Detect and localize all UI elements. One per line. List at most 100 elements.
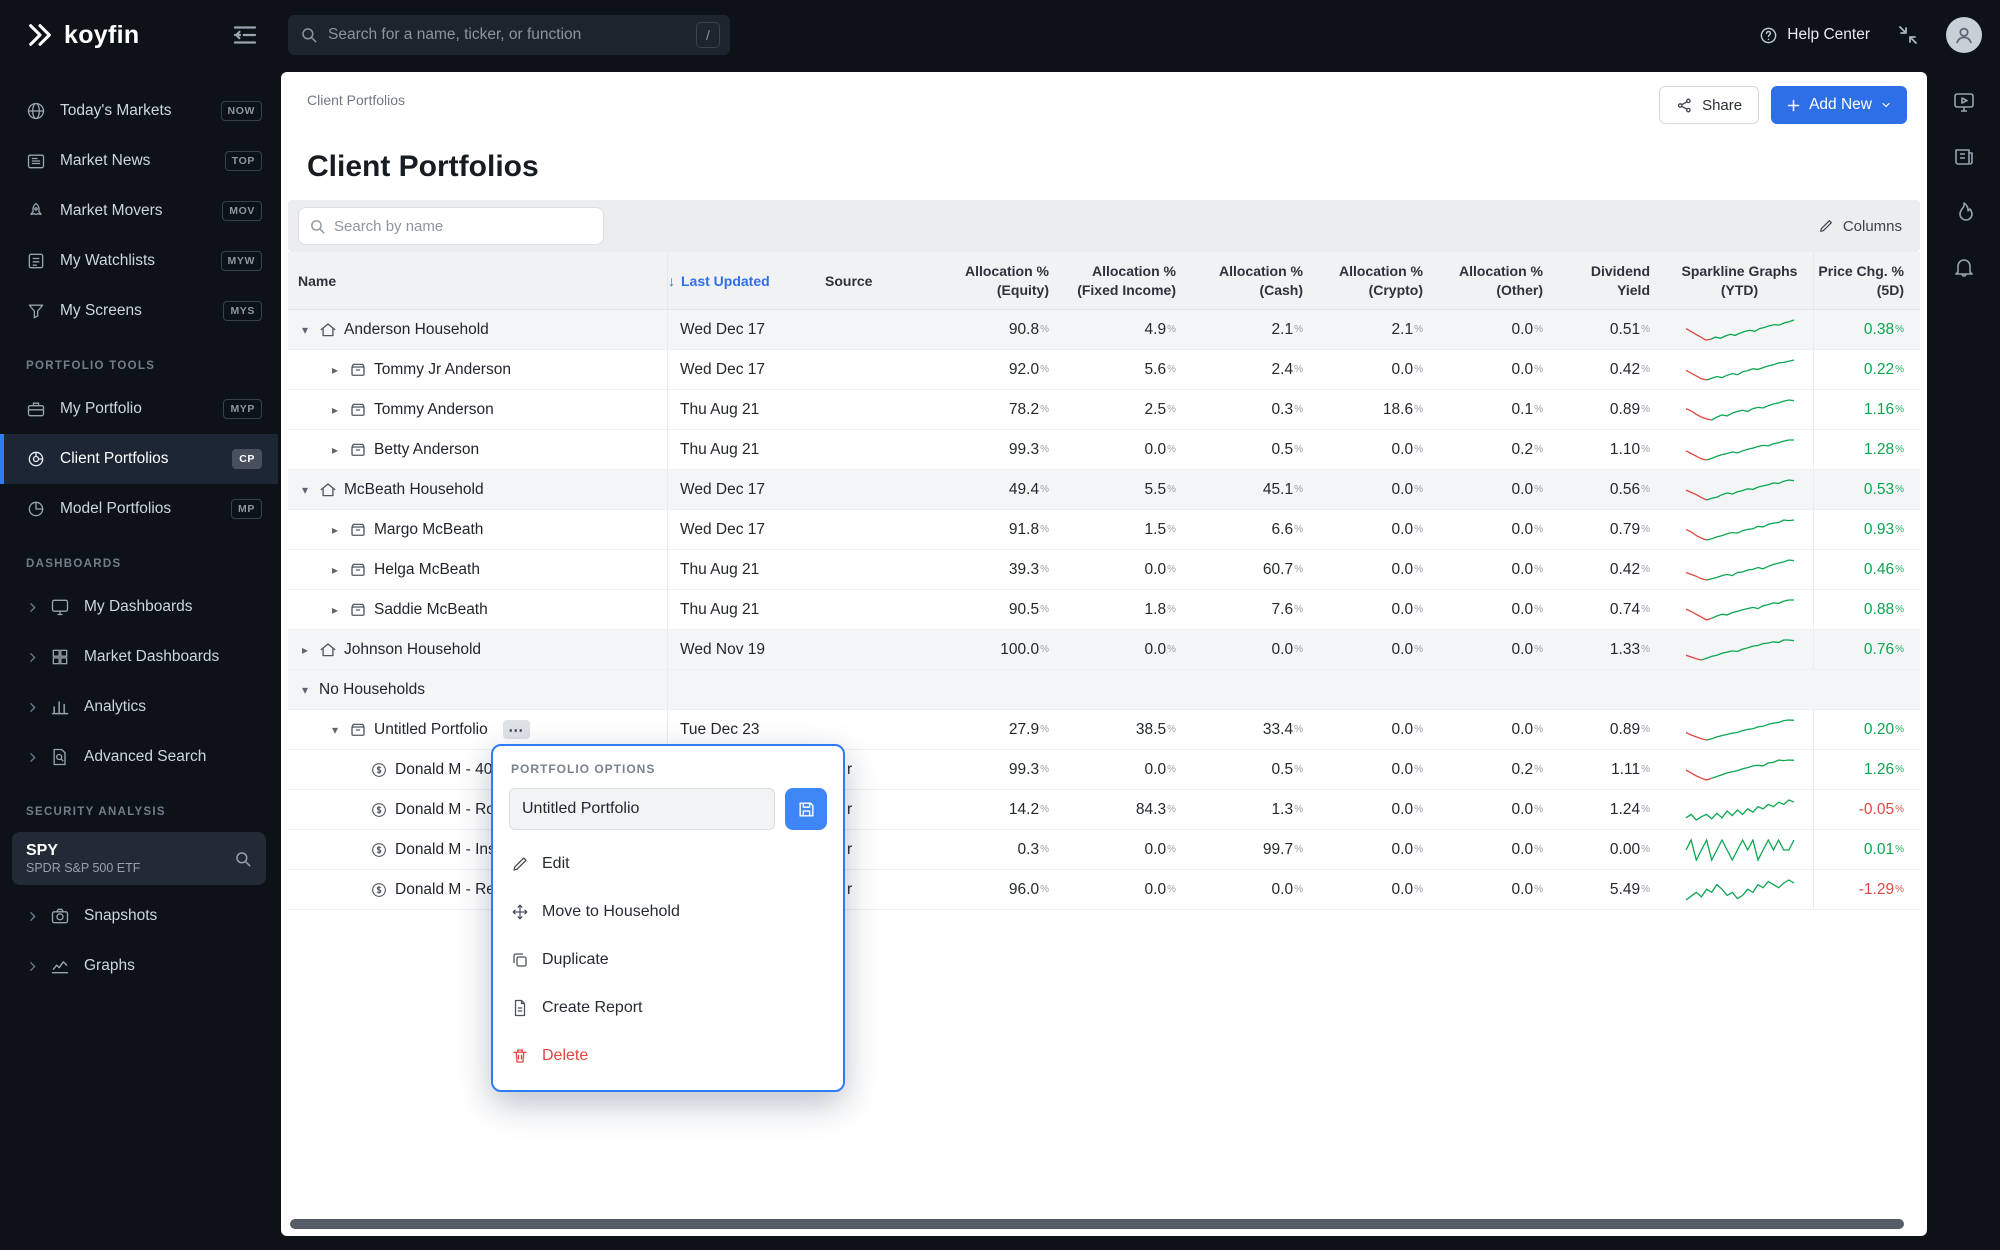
menu-item-delete[interactable]: Delete [493, 1032, 843, 1080]
horizontal-scrollbar[interactable] [290, 1219, 1904, 1229]
column-allocation-cash[interactable]: Allocation % (Cash) [1192, 252, 1319, 309]
expand-chevron-icon[interactable]: ▸ [328, 523, 342, 537]
expand-chevron-icon[interactable]: ▸ [328, 563, 342, 577]
table-row[interactable]: ▸ Helga McBeath ⋯ Thu Aug 21 39.3 0.0 60… [288, 550, 1920, 590]
sparkline-cell [1666, 870, 1813, 909]
menu-item-edit[interactable]: Edit [493, 840, 843, 888]
presentation-icon[interactable] [1952, 90, 1976, 114]
table-row[interactable]: ▸ Margo McBeath ⋯ Wed Dec 17 91.8 1.5 6.… [288, 510, 1920, 550]
column-name[interactable]: Name [288, 252, 668, 309]
sparkline-cell [1666, 630, 1813, 669]
sparkline-cell [1666, 830, 1813, 869]
more-options-button[interactable]: ⋯ [502, 720, 530, 739]
sidebar-item-model-portfolios[interactable]: Model Portfolios MP [0, 484, 278, 534]
column-dividend-yield[interactable]: Dividend Yield [1559, 252, 1666, 309]
ticker-name: SPDR S&P 500 ETF [26, 861, 141, 876]
column-allocation-fixed-income[interactable]: Allocation % (Fixed Income) [1065, 252, 1192, 309]
row-name: Betty Anderson [374, 440, 480, 458]
global-search-input[interactable] [318, 26, 696, 44]
sidebar-item-my-portfolio[interactable]: My Portfolio MYP [0, 384, 278, 434]
security-ticker-box[interactable]: SPY SPDR S&P 500 ETF [12, 832, 266, 886]
breadcrumb[interactable]: Client Portfolios [307, 92, 405, 108]
filter-search-input[interactable] [326, 217, 593, 235]
other-cell: 0.0 [1439, 470, 1559, 509]
expand-chevron-icon[interactable]: ▸ [328, 603, 342, 617]
expand-chevron-icon[interactable]: ▾ [298, 683, 312, 697]
column-allocation-other[interactable]: Allocation % (Other) [1439, 252, 1559, 309]
document-search-icon [53, 748, 66, 766]
sidebar-item-snapshots[interactable]: Snapshots [0, 891, 278, 941]
last-updated-cell: Wed Dec 17 [680, 320, 766, 338]
crypto-cell: 0.0 [1319, 830, 1439, 869]
filter-search[interactable] [298, 207, 604, 245]
columns-button[interactable]: Columns [1810, 218, 1910, 235]
sparkline-cell [1666, 310, 1813, 349]
last-updated-cell: Thu Aug 21 [680, 560, 760, 578]
expand-chevron-icon[interactable]: ▸ [298, 643, 312, 657]
box-icon [349, 401, 367, 419]
global-search[interactable]: / [288, 15, 730, 55]
share-button[interactable]: Share [1659, 86, 1760, 124]
sidebar-item-advanced-search[interactable]: Advanced Search [0, 732, 278, 782]
table-row[interactable]: ▸ Tommy Anderson ⋯ Thu Aug 21 78.2 2.5 0… [288, 390, 1920, 430]
expand-chevron-icon[interactable]: ▸ [328, 363, 342, 377]
avatar[interactable] [1946, 17, 1982, 53]
column-sparkline[interactable]: Sparkline Graphs (YTD) [1666, 252, 1813, 309]
table-row[interactable]: ▾ No Households ⋯ [288, 670, 1920, 710]
fixed-income-cell: 0.0 [1065, 750, 1192, 789]
table-row[interactable]: ▾ McBeath Household ⋯ Wed Dec 17 49.4 5.… [288, 470, 1920, 510]
column-allocation-crypto[interactable]: Allocation % (Crypto) [1319, 252, 1439, 309]
table-row[interactable]: ▸ Johnson Household ⋯ Wed Nov 19 100.0 0… [288, 630, 1920, 670]
news-feed-icon[interactable] [1952, 145, 1976, 169]
portfolio-options-menu: PORTFOLIO OPTIONS Edit Move to Household… [491, 744, 845, 1092]
cash-cell: 99.7 [1192, 830, 1319, 869]
sidebar-item-my-screens[interactable]: My Screens MYS [0, 286, 278, 336]
fixed-income-cell: 84.3 [1065, 790, 1192, 829]
flame-icon[interactable] [1952, 200, 1976, 224]
sidebar-item-market-movers[interactable]: Market Movers MOV [0, 186, 278, 236]
rename-portfolio-input[interactable] [509, 788, 775, 830]
menu-item-create-report[interactable]: Create Report [493, 984, 843, 1032]
sidebar-item-todays-markets[interactable]: Today's Markets NOW [0, 86, 278, 136]
column-price-change[interactable]: Price Chg. % (5D) [1813, 252, 1920, 309]
sparkline-chart [1685, 598, 1794, 621]
dividend-yield-cell: 0.42 [1559, 550, 1666, 589]
sidebar-item-my-watchlists[interactable]: My Watchlists MYW [0, 236, 278, 286]
menu-item-duplicate[interactable]: Duplicate [493, 936, 843, 984]
help-center-button[interactable]: Help Center [1759, 26, 1870, 45]
column-last-updated[interactable]: ↓ Last Updated [668, 252, 813, 309]
row-name: No Households [319, 680, 425, 698]
expand-chevron-icon[interactable]: ▾ [298, 483, 312, 497]
sidebar-item-market-news[interactable]: Market News TOP [0, 136, 278, 186]
expand-chevron-icon[interactable]: ▸ [328, 443, 342, 457]
cash-cell: 6.6 [1192, 510, 1319, 549]
sidebar-item-graphs[interactable]: Graphs [0, 941, 278, 991]
sidebar-item-client-portfolios[interactable]: Client Portfolios CP [0, 434, 278, 484]
dividend-yield-cell: 0.74 [1559, 590, 1666, 629]
table-row[interactable]: ▸ Betty Anderson ⋯ Thu Aug 21 99.3 0.0 0… [288, 430, 1920, 470]
koyfin-logo[interactable]: koyfin [26, 21, 139, 50]
table-row[interactable]: ▸ Saddie McBeath ⋯ Thu Aug 21 90.5 1.8 7… [288, 590, 1920, 630]
table-row[interactable]: ▾ Anderson Household ⋯ Wed Dec 17 90.8 4… [288, 310, 1920, 350]
save-name-button[interactable] [785, 788, 827, 830]
expand-chevron-icon[interactable]: ▾ [328, 723, 342, 737]
dividend-yield-cell: 0.00 [1559, 830, 1666, 869]
fixed-income-cell: 0.0 [1065, 630, 1192, 669]
minimize-icon[interactable] [1896, 23, 1920, 47]
sidebar-item-my-dashboards[interactable]: My Dashboards [0, 582, 278, 632]
dollar-icon [370, 801, 388, 819]
expand-chevron-icon[interactable]: ▾ [298, 323, 312, 337]
menu-item-move-to-household[interactable]: Move to Household [493, 888, 843, 936]
expand-chevron-icon[interactable]: ▸ [328, 403, 342, 417]
column-allocation-equity[interactable]: Allocation % (Equity) [938, 252, 1065, 309]
sidebar-item-market-dashboards[interactable]: Market Dashboards [0, 632, 278, 682]
crypto-cell: 0.0 [1319, 470, 1439, 509]
price-change-cell: -1.29 [1813, 870, 1920, 909]
column-source[interactable]: Source [813, 252, 938, 309]
sidebar-item-analytics[interactable]: Analytics [0, 682, 278, 732]
notifications-bell-icon[interactable] [1952, 255, 1976, 279]
add-new-button[interactable]: Add New [1771, 86, 1907, 124]
collapse-sidebar-icon[interactable] [230, 20, 260, 50]
table-row[interactable]: ▸ Tommy Jr Anderson ⋯ Wed Dec 17 92.0 5.… [288, 350, 1920, 390]
other-cell: 0.0 [1439, 510, 1559, 549]
